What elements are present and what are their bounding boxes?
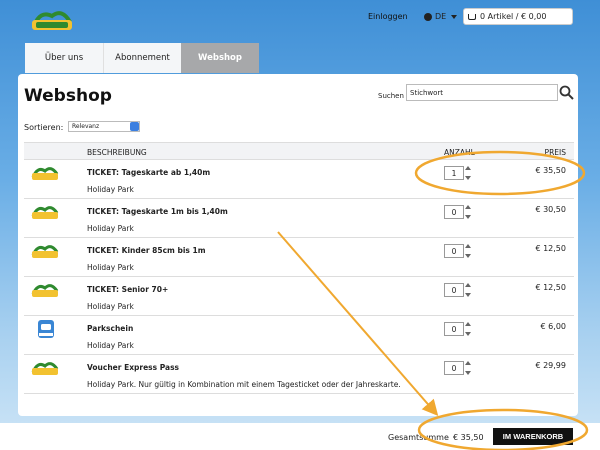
product-sub: Holiday Park	[87, 224, 134, 233]
language-selector[interactable]: DE	[424, 12, 458, 21]
product-price: € 35,50	[535, 166, 566, 175]
quantity-stepper[interactable]: 0	[444, 283, 473, 297]
cart-summary: 0 Artikel / € 0,00	[480, 12, 547, 21]
holiday-park-logo[interactable]	[28, 6, 76, 34]
product-price: € 29,99	[535, 361, 566, 370]
table-row: TICKET: Kinder 85cm bis 1m Holiday Park …	[24, 238, 574, 277]
col-description: BESCHREIBUNG	[87, 148, 147, 157]
quantity-stepper[interactable]: 1	[444, 166, 473, 180]
quantity-stepper[interactable]: 0	[444, 205, 473, 219]
table-row: Voucher Express Pass Holiday Park. Nur g…	[24, 355, 574, 394]
table-row: TICKET: Tageskarte ab 1,40m Holiday Park…	[24, 160, 574, 199]
quantity-input[interactable]: 0	[444, 361, 464, 375]
chevron-down-icon	[451, 14, 458, 19]
globe-icon	[424, 12, 432, 21]
table-header: BESCHREIBUNG ANZAHL PREIS	[24, 142, 574, 160]
quantity-stepper[interactable]: 0	[444, 244, 473, 258]
chevron-up-icon[interactable]	[465, 166, 471, 170]
chevron-down-icon[interactable]	[465, 176, 471, 180]
holiday-park-logo	[31, 284, 59, 297]
product-name: Parkschein	[87, 324, 134, 333]
quantity-stepper[interactable]: 0	[444, 322, 473, 336]
main-tabs: Über uns Abonnement Webshop	[25, 43, 259, 73]
product-price: € 6,00	[540, 322, 566, 331]
quantity-input[interactable]: 0	[444, 205, 464, 219]
table-row: TICKET: Tageskarte 1m bis 1,40m Holiday …	[24, 199, 574, 238]
product-sub: Holiday Park	[87, 341, 134, 350]
chevron-up-icon[interactable]	[465, 361, 471, 365]
product-price: € 30,50	[535, 205, 566, 214]
search-icon[interactable]	[558, 84, 575, 101]
spin-buttons[interactable]	[465, 205, 473, 219]
chevron-up-icon[interactable]	[465, 322, 471, 326]
holiday-park-logo	[31, 245, 59, 258]
spin-buttons[interactable]	[465, 283, 473, 297]
search-label: Suchen	[378, 92, 404, 100]
col-quantity: ANZAHL	[444, 148, 475, 157]
page-title: Webshop	[24, 86, 112, 106]
quantity-input[interactable]: 0	[444, 283, 464, 297]
product-name: TICKET: Senior 70+	[87, 285, 169, 294]
col-price: PREIS	[544, 148, 566, 157]
total-value: € 35,50	[453, 433, 484, 442]
sort-label: Sortieren:	[24, 123, 64, 132]
parking-icon	[38, 320, 54, 338]
cart-button[interactable]: 0 Artikel / € 0,00	[463, 8, 573, 25]
cart-icon	[468, 13, 476, 20]
total-label: Gesamtsumme	[388, 433, 449, 442]
checkout-footer: Gesamtsumme € 35,50 IM WARENKORB	[0, 423, 600, 450]
top-bar: Einloggen DE 0 Artikel / € 0,00	[0, 0, 600, 40]
product-table: BESCHREIBUNG ANZAHL PREIS TICKET: Tagesk…	[24, 142, 574, 394]
product-sub: Holiday Park. Nur gültig in Kombination …	[87, 380, 401, 389]
table-row: TICKET: Senior 70+ Holiday Park 0 € 12,5…	[24, 277, 574, 316]
product-sub: Holiday Park	[87, 263, 134, 272]
holiday-park-logo	[31, 362, 59, 375]
sort-value: Relevanz	[72, 123, 100, 130]
chevron-down-icon[interactable]	[465, 293, 471, 297]
product-name: Voucher Express Pass	[87, 363, 180, 372]
search-input[interactable]	[406, 84, 558, 101]
chevron-up-icon[interactable]	[465, 283, 471, 287]
webshop-panel: Webshop Suchen Sortieren: Relevanz BESCH…	[18, 74, 578, 416]
add-to-cart-button[interactable]: IM WARENKORB	[493, 428, 573, 445]
language-label: DE	[435, 12, 447, 21]
chevron-up-icon[interactable]	[465, 205, 471, 209]
quantity-stepper[interactable]: 0	[444, 361, 473, 375]
select-arrow-icon	[130, 122, 139, 131]
quantity-input[interactable]: 0	[444, 244, 464, 258]
chevron-down-icon[interactable]	[465, 215, 471, 219]
table-row: Parkschein Holiday Park 0 € 6,00	[24, 316, 574, 355]
spin-buttons[interactable]	[465, 322, 473, 336]
product-name: TICKET: Tageskarte 1m bis 1,40m	[87, 207, 228, 216]
holiday-park-logo	[31, 167, 59, 180]
tab-abonnement[interactable]: Abonnement	[103, 43, 181, 73]
holiday-park-logo	[31, 206, 59, 219]
chevron-up-icon[interactable]	[465, 244, 471, 248]
login-link[interactable]: Einloggen	[368, 12, 408, 21]
product-sub: Holiday Park	[87, 302, 134, 311]
spin-buttons[interactable]	[465, 361, 473, 375]
product-price: € 12,50	[535, 283, 566, 292]
product-price: € 12,50	[535, 244, 566, 253]
tab-ueber-uns[interactable]: Über uns	[25, 43, 103, 73]
spin-buttons[interactable]	[465, 244, 473, 258]
quantity-input[interactable]: 1	[444, 166, 464, 180]
chevron-down-icon[interactable]	[465, 371, 471, 375]
spin-buttons[interactable]	[465, 166, 473, 180]
tab-webshop[interactable]: Webshop	[181, 43, 259, 73]
sort-select[interactable]: Relevanz	[68, 121, 140, 132]
chevron-down-icon[interactable]	[465, 332, 471, 336]
chevron-down-icon[interactable]	[465, 254, 471, 258]
product-name: TICKET: Kinder 85cm bis 1m	[87, 246, 206, 255]
product-name: TICKET: Tageskarte ab 1,40m	[87, 168, 211, 177]
quantity-input[interactable]: 0	[444, 322, 464, 336]
product-sub: Holiday Park	[87, 185, 134, 194]
